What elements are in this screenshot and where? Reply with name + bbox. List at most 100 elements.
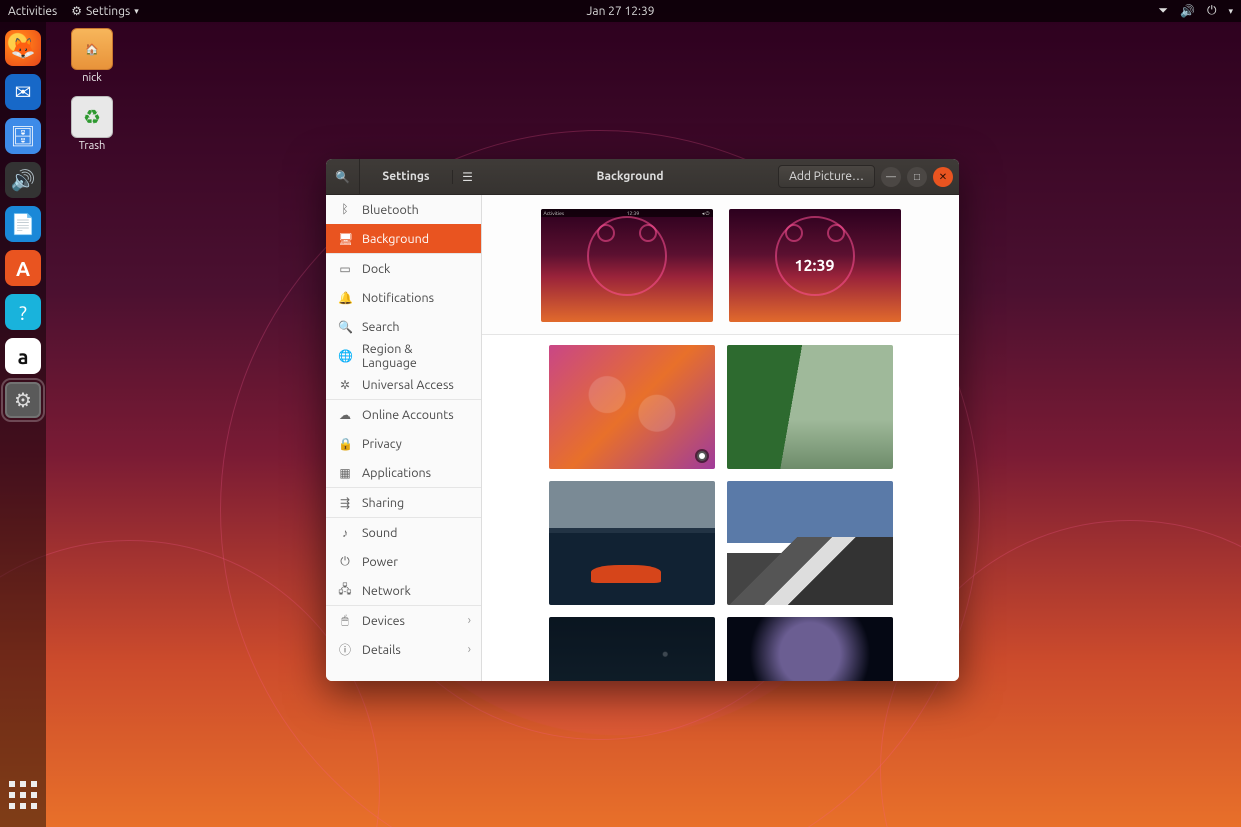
volume-icon[interactable]: 🔊 [1180, 4, 1195, 18]
sidebar-item-label: Dock [362, 262, 390, 276]
sidebar-item-dock[interactable]: ▭Dock [326, 254, 481, 283]
desktop-icon-label: Trash [60, 140, 124, 152]
apps-icon: ▦ [338, 466, 352, 480]
folder-icon: 🏠 [71, 28, 113, 70]
cloud-icon: ☁ [338, 408, 352, 422]
minimize-button[interactable]: — [881, 167, 901, 187]
gear-icon: ⚙ [71, 4, 82, 18]
sidebar-item-bluetooth[interactable]: ᛒ Bluetooth [326, 195, 481, 224]
sidebar-item-details[interactable]: ⓘ Details › [326, 635, 481, 664]
bt-icon: ᛒ [338, 203, 352, 216]
wallpaper-thumb[interactable] [549, 481, 715, 605]
net-icon: 🖧 [338, 580, 352, 601]
dock-app-writer[interactable]: 📄 [5, 206, 41, 242]
sidebar-item-background[interactable]: 🖥Background [326, 224, 481, 253]
dock-app-help[interactable]: ? [5, 294, 41, 330]
wallpaper-thumb[interactable] [727, 345, 893, 469]
dock-app-files[interactable]: 🗄 [5, 118, 41, 154]
settings-window: 🔍 Settings ☰ Background Add Picture… — □… [326, 159, 959, 681]
activities-button[interactable]: Activities [8, 5, 57, 18]
trash-icon: ♻ [71, 96, 113, 138]
close-button[interactable]: ✕ [933, 167, 953, 187]
sidebar-item-label: Network [362, 584, 411, 598]
sidebar-item-label: Search [362, 320, 400, 334]
sidebar-item-label: Privacy [362, 437, 402, 451]
chevron-right-icon: › [468, 643, 471, 656]
hamburger-button[interactable]: ☰ [452, 170, 482, 184]
sidebar-item-label: Background [362, 232, 429, 246]
chevron-down-icon[interactable]: ▾ [1228, 6, 1233, 17]
add-picture-button[interactable]: Add Picture… [778, 165, 875, 188]
dock-app-amazon[interactable]: a [5, 338, 41, 374]
search-button[interactable]: 🔍 [326, 159, 360, 195]
network-icon[interactable]: ⏷ [1158, 4, 1168, 18]
dock-app-settings[interactable]: ⚙ [5, 382, 41, 418]
sidebar-item-network[interactable]: 🖧 Network [326, 576, 481, 605]
sidebar-item-sound[interactable]: ♪ Sound [326, 518, 481, 547]
dev-icon: 🖱 [338, 614, 352, 628]
sidebar-item-universal-access[interactable]: ✲Universal Access [326, 370, 481, 399]
dock-app-software[interactable] [5, 250, 41, 286]
sidebar-item-online-accounts[interactable]: ☁ Online Accounts [326, 400, 481, 429]
wallpaper-thumb[interactable] [549, 345, 715, 469]
sidebar-item-label: Sharing [362, 496, 404, 510]
chevron-right-icon: › [468, 614, 471, 627]
wallpaper-grid [482, 335, 959, 681]
sidebar-item-label: Notifications [362, 291, 434, 305]
bell-icon: 🔔 [338, 291, 352, 305]
wallpaper-thumb[interactable] [727, 617, 893, 681]
search-icon: 🔍 [338, 320, 352, 334]
sidebar-item-label: Devices [362, 614, 405, 628]
power-icon[interactable]: ⏻ [1207, 4, 1217, 18]
dock-app-firefox[interactable]: 🦊 [5, 30, 41, 66]
desktop-icon-label: nick [60, 72, 124, 84]
sidebar-item-label: Bluetooth [362, 203, 419, 217]
sidebar-item-label: Applications [362, 466, 431, 480]
sidebar-item-sharing[interactable]: ⇶ Sharing [326, 488, 481, 517]
dock-app-rhythmbox[interactable]: 🔊 [5, 162, 41, 198]
clock-label: Jan 27 12:39 [587, 5, 655, 18]
maximize-button[interactable]: □ [907, 167, 927, 187]
titlebar[interactable]: 🔍 Settings ☰ Background Add Picture… — □… [326, 159, 959, 195]
selected-indicator-icon [695, 449, 709, 463]
hamburger-icon: ☰ [462, 170, 473, 184]
dock-app-thunderbird[interactable]: ✉ [5, 74, 41, 110]
top-bar: Activities ⚙ Settings ▾ Jan 27 12:39 ⏷ 🔊… [0, 0, 1241, 22]
share-icon: ⇶ [338, 496, 352, 510]
sidebar-item-power[interactable]: ⏻ Power [326, 547, 481, 576]
app-menu[interactable]: ⚙ Settings ▾ [71, 4, 139, 18]
power-icon: ⏻ [338, 555, 352, 569]
sidebar-item-label: Online Accounts [362, 408, 454, 422]
app-menu-label: Settings [86, 5, 130, 18]
wallpaper-thumb[interactable] [549, 617, 715, 681]
sidebar-item-search[interactable]: 🔍 Search [326, 312, 481, 341]
sidebar-item-region-language[interactable]: 🌐Region & Language [326, 341, 481, 370]
show-applications-button[interactable] [5, 777, 41, 813]
lock-screen-preview[interactable]: 12:39 [729, 209, 901, 322]
desktop-home-folder[interactable]: 🏠 nick [60, 28, 124, 84]
sidebar-item-devices[interactable]: 🖱 Devices › [326, 606, 481, 635]
sidebar-item-privacy[interactable]: 🔒 Privacy [326, 429, 481, 458]
sidebar-item-label: Details [362, 643, 401, 657]
clock[interactable]: Jan 27 12:39 [587, 5, 655, 18]
desktop-background-preview[interactable]: Activities12:39◂ ⏻ [541, 209, 713, 322]
sidebar-item-notifications[interactable]: 🔔 Notifications [326, 283, 481, 312]
search-icon: 🔍 [335, 170, 350, 184]
info-icon: ⓘ [338, 641, 352, 658]
window-title: Background [482, 170, 778, 183]
chevron-down-icon: ▾ [134, 6, 139, 17]
sidebar-item-applications[interactable]: ▦ Applications [326, 458, 481, 487]
add-picture-label: Add Picture… [789, 170, 864, 183]
sidebar-title: Settings [360, 170, 452, 183]
wallpaper-thumb[interactable] [727, 481, 893, 605]
globe-icon: 🌐 [338, 349, 352, 363]
sound-icon: ♪ [338, 526, 352, 540]
sidebar-item-label: Power [362, 555, 398, 569]
desktop-trash[interactable]: ♻ Trash [60, 96, 124, 152]
sidebar-item-label: Sound [362, 526, 397, 540]
lock-icon: 🔒 [338, 437, 352, 451]
lock-preview-time: 12:39 [794, 257, 834, 275]
activities-label: Activities [8, 5, 57, 18]
dock: 🦊 ✉ 🗄 🔊 📄 ? a ⚙ [0, 22, 46, 827]
settings-main: Activities12:39◂ ⏻ 12:39 [482, 195, 959, 681]
